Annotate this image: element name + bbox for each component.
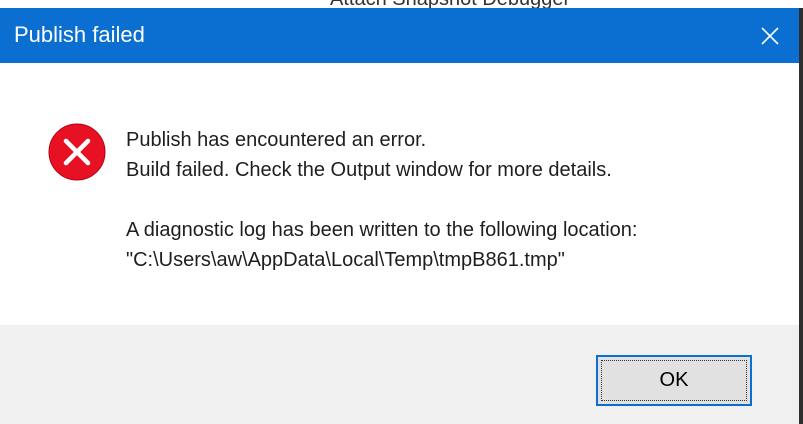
dialog-title: Publish failed — [14, 22, 145, 47]
message-line-3: A diagnostic log has been written to the… — [126, 219, 638, 241]
close-icon — [761, 26, 779, 45]
dialog-titlebar: Publish failed — [0, 8, 799, 63]
publish-failed-dialog: Publish failed Publish has encountered a… — [0, 8, 803, 424]
dialog-footer: OK — [0, 325, 799, 424]
background-window-title: Attach Snapshot Debugger — [330, 0, 570, 8]
dialog-content: Publish has encountered an error. Build … — [0, 63, 799, 325]
message-line-1: Publish has encountered an error. — [126, 129, 427, 151]
error-message: Publish has encountered an error. Build … — [126, 125, 637, 275]
log-path: "C:\Users\aw\AppData\Local\Temp\tmpB861.… — [126, 249, 565, 271]
background-window: Attach Snapshot Debugger — [0, 0, 803, 8]
error-icon — [48, 123, 106, 181]
ok-button[interactable]: OK — [596, 355, 752, 406]
close-button[interactable] — [741, 8, 799, 63]
ok-button-label: OK — [659, 369, 689, 391]
message-line-2: Build failed. Check the Output window fo… — [126, 159, 612, 181]
